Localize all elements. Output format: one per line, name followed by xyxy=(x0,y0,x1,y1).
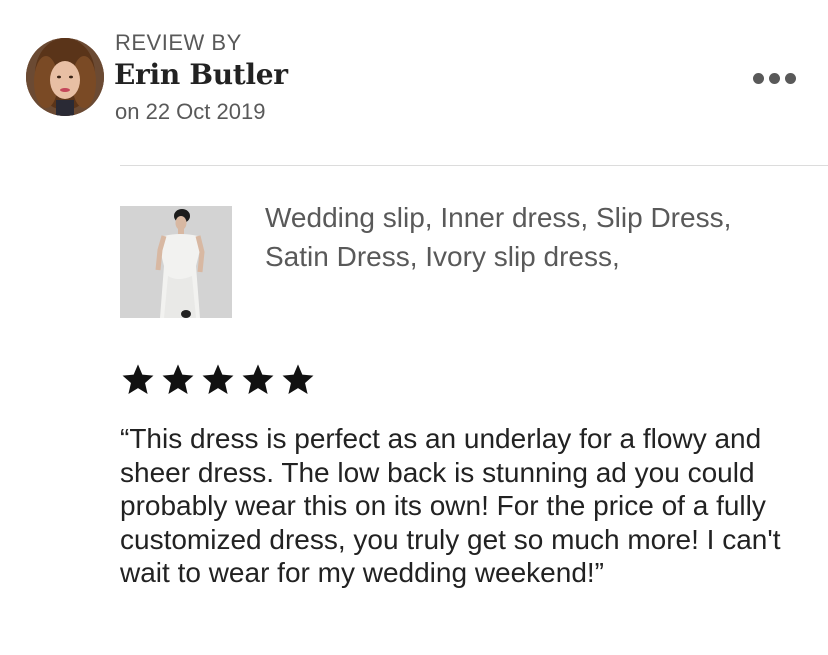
more-horizontal-icon xyxy=(768,72,780,84)
reviewer-name[interactable]: Erin Butler xyxy=(114,58,288,92)
star-icon xyxy=(202,364,234,394)
product-image xyxy=(120,206,232,318)
avatar[interactable] xyxy=(26,38,104,116)
product-thumbnail[interactable] xyxy=(120,206,232,318)
more-options-button[interactable] xyxy=(744,64,804,92)
star-icon xyxy=(162,364,194,394)
divider xyxy=(120,165,828,166)
review-by-label: REVIEW BY xyxy=(115,30,242,55)
review-text: “This dress is perfect as an underlay fo… xyxy=(120,423,781,589)
more-horizontal-icon xyxy=(784,72,796,84)
product-title-link[interactable]: Wedding slip, Inner dress, Slip Dress, S… xyxy=(265,198,785,276)
more-horizontal-icon xyxy=(752,72,764,84)
star-icon xyxy=(122,364,154,394)
star-icon xyxy=(242,364,274,394)
star-icon xyxy=(282,364,314,394)
review-date: on 22 Oct 2019 xyxy=(115,99,266,124)
review-card: REVIEW BY Erin Butler on 22 Oct 2019 Wed… xyxy=(0,0,828,655)
star-rating xyxy=(120,362,316,398)
avatar-image xyxy=(26,38,104,116)
